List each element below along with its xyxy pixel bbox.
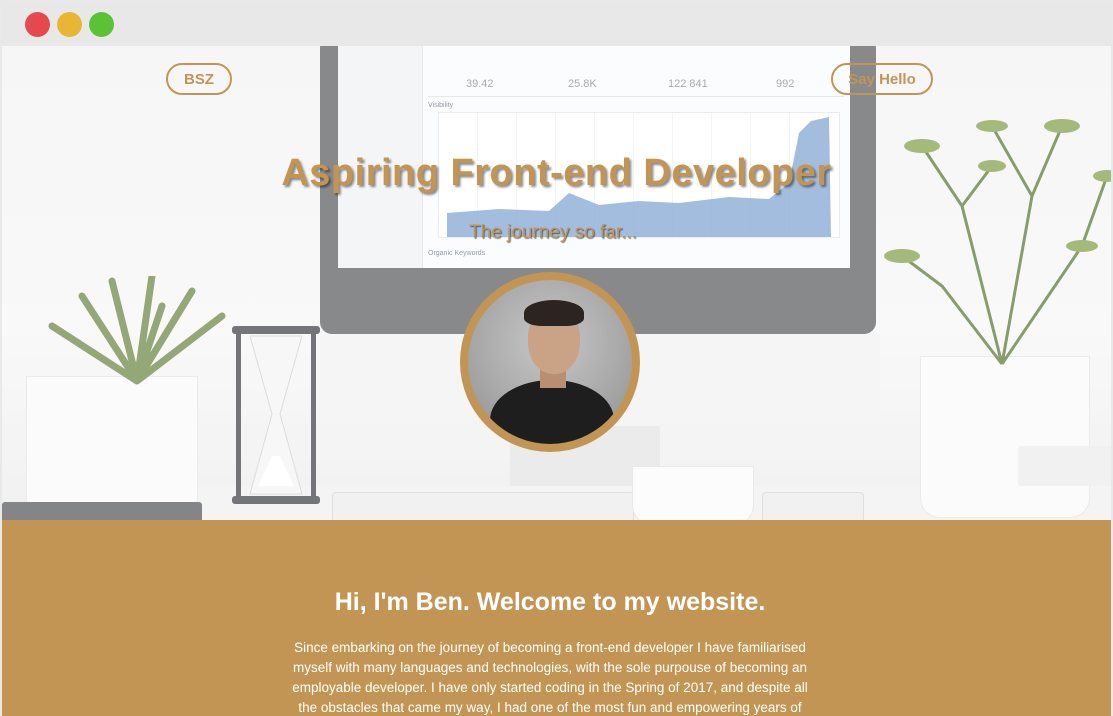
avatar-shirt: [490, 380, 614, 444]
hero-subtitle: The journey so far...: [469, 222, 637, 243]
about-section: Hi, I'm Ben. Welcome to my website. Sinc…: [2, 520, 1111, 716]
maximize-window-button[interactable]: [89, 12, 114, 37]
minimize-window-button[interactable]: [57, 12, 82, 37]
say-hello-button[interactable]: Say Hello: [831, 63, 933, 95]
browser-window: 39.42 25.8K 122 841 992 Visibility Organ…: [2, 2, 1111, 716]
hero-section: 39.42 25.8K 122 841 992 Visibility Organ…: [2, 46, 1111, 520]
avatar-hair: [524, 300, 584, 326]
about-paragraph: Since embarking on the journey of becomi…: [292, 640, 808, 715]
about-heading: Hi, I'm Ben. Welcome to my website.: [334, 588, 766, 616]
logo-button[interactable]: BSZ: [166, 63, 232, 95]
avatar: [460, 272, 640, 452]
close-window-button[interactable]: [25, 12, 50, 37]
avatar-photo: [468, 280, 632, 444]
hero-title: Aspiring Front-end Developer: [281, 152, 832, 194]
window-titlebar: [2, 2, 1111, 46]
